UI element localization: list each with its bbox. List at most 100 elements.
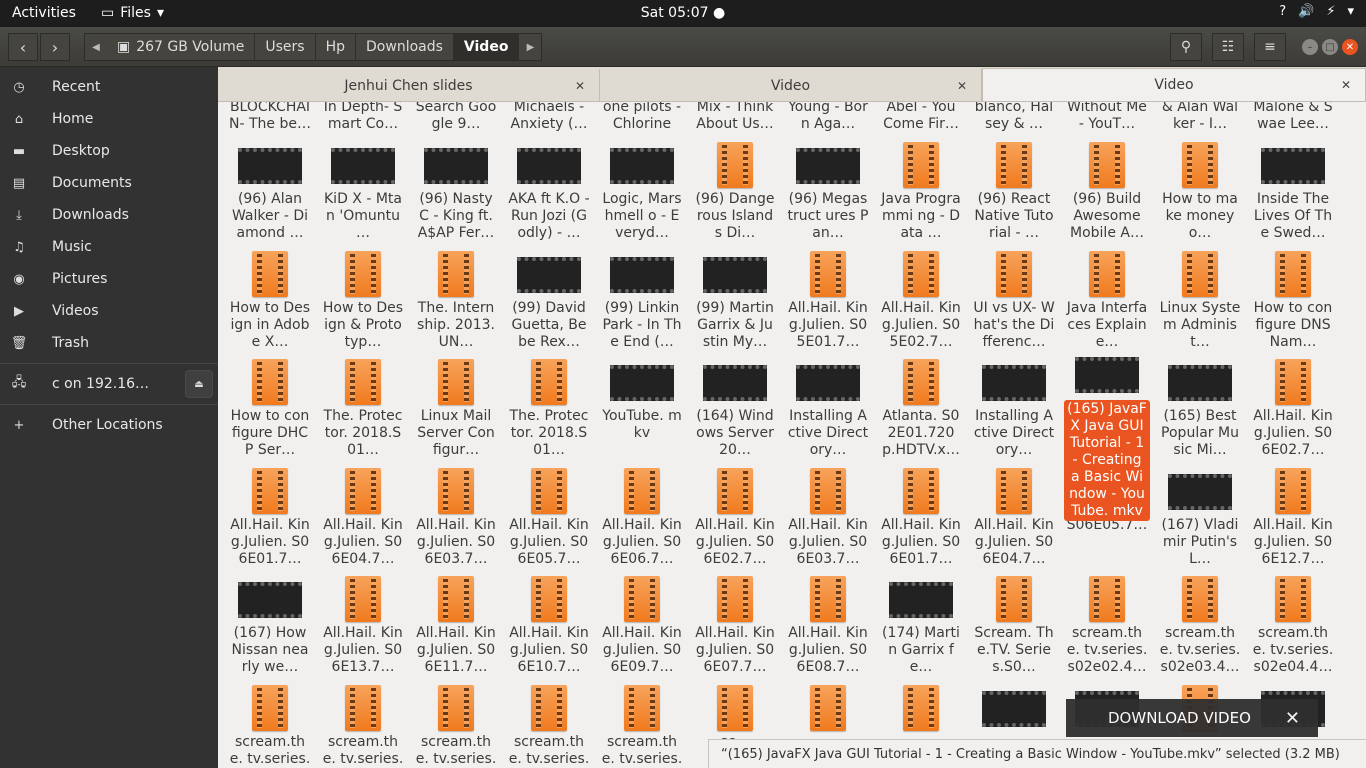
file-item[interactable]: AKA ft K.O - Run Jozi (Godly) - …	[506, 140, 592, 248]
file-item[interactable]: How to Design & Prototyp…	[320, 249, 406, 357]
file-item[interactable]: All.Hail. King.Julien. S06E02.7…	[1250, 357, 1336, 465]
file-item[interactable]: scream.the. tv.series.	[599, 683, 685, 768]
close-icon[interactable]: ✕	[1285, 708, 1300, 729]
sidebar-item-music[interactable]: ♫ Music	[0, 233, 218, 261]
file-item[interactable]: UI vs UX- What's the Differenc…	[971, 249, 1057, 357]
search-button[interactable]: ⚲	[1170, 33, 1202, 61]
file-item[interactable]: (99) Linkin Park - In The End (…	[599, 249, 685, 357]
breadcrumb-right-arrow-icon[interactable]: ▶	[519, 34, 541, 60]
file-item[interactable]: Inside The Lives Of The Swed…	[1250, 140, 1336, 248]
file-item[interactable]: All.Hail. King.Julien. S05E01.7…	[785, 249, 871, 357]
file-item[interactable]: Installing Active Directory…	[785, 357, 871, 465]
file-item[interactable]: scream.the. tv.series.	[320, 683, 406, 768]
crumb-users[interactable]: Users	[255, 34, 316, 60]
help-icon[interactable]: ?	[1279, 4, 1286, 19]
file-item[interactable]: All.Hail. King.Julien. S06E07.7…	[692, 574, 778, 682]
file-item[interactable]: All.Hail. King.Julien. S06E02.7…	[692, 466, 778, 574]
file-item[interactable]: The. Protector. 2018.S01…	[506, 357, 592, 465]
crumb-downloads[interactable]: Downloads	[356, 34, 454, 60]
volume-icon[interactable]: 🔊	[1298, 4, 1314, 19]
file-item[interactable]: (167) Vladimir Putin's L…	[1157, 466, 1243, 574]
file-item[interactable]: All.Hail. King.Julien. S06E04.7…	[320, 466, 406, 574]
file-item[interactable]: All.Hail. King.Julien. S06E05.7…	[506, 466, 592, 574]
file-item[interactable]: scream.the. tv.series. s02e02.4…	[1064, 574, 1150, 682]
file-item[interactable]: scream.the. tv.series. s02e03.4…	[1157, 574, 1243, 682]
file-item[interactable]: Linux Mail Server Configur…	[413, 357, 499, 465]
file-item[interactable]: Java Interfaces Explaine…	[1064, 249, 1150, 357]
file-item[interactable]: (167) How Nissan nearly we…	[227, 574, 313, 682]
file-item[interactable]: All.Hail. King.Julien. S06E11.7…	[413, 574, 499, 682]
sidebar-item-documents[interactable]: ▤ Documents	[0, 169, 218, 197]
forward-button[interactable]: ›	[40, 33, 70, 61]
file-item[interactable]: All.Hail. King.Julien. S06E01.7…	[878, 466, 964, 574]
file-item[interactable]: All.Hail. King.Julien. S05E02.7…	[878, 249, 964, 357]
file-item[interactable]: (96) React Native Tutorial - …	[971, 140, 1057, 248]
app-menu[interactable]: ▭ Files ▾	[101, 5, 164, 21]
breadcrumb-left-arrow-icon[interactable]: ◀	[85, 34, 107, 60]
file-item[interactable]: YouTube. mkv	[599, 357, 685, 465]
sidebar-item-downloads[interactable]: ⤓ Downloads	[0, 201, 218, 229]
file-item[interactable]: (165) JavaFX Java GUI Tutorial - 1 - Cre…	[1064, 357, 1150, 521]
file-item[interactable]: How to Design in Adobe X…	[227, 249, 313, 357]
close-button[interactable]: ✕	[1342, 39, 1358, 55]
tab-close-icon[interactable]: ✕	[1341, 78, 1351, 92]
file-item[interactable]: All.Hail. King.Julien. S06E12.7…	[1250, 466, 1336, 574]
tab-close-icon[interactable]: ✕	[957, 79, 967, 93]
file-item[interactable]: Atlanta. S02E01.720 p.HDTV.x…	[878, 357, 964, 465]
tab-video-2[interactable]: Video ✕	[982, 68, 1366, 101]
download-video-label[interactable]: DOWNLOAD VIDEO	[1108, 709, 1251, 727]
file-item[interactable]: All.Hail. King.Julien. S06E04.7…	[971, 466, 1057, 574]
crumb-video[interactable]: Video	[453, 34, 520, 60]
battery-icon[interactable]: ⚡	[1326, 4, 1335, 19]
tab-jenhui-chen-slides[interactable]: Jenhui Chen slides ✕	[218, 69, 600, 102]
sidebar-item-videos[interactable]: ▶ Videos	[0, 297, 218, 325]
file-item[interactable]: How to configure DNS Nam…	[1250, 249, 1336, 357]
file-item[interactable]: All.Hail. King.Julien. S06E10.7…	[506, 574, 592, 682]
crumb-hp[interactable]: Hp	[316, 34, 357, 60]
clock[interactable]: Sat 05:07	[641, 5, 709, 21]
file-item[interactable]: Logic, Marshmell o - Everyd…	[599, 140, 685, 248]
file-item[interactable]: (99) Martin Garrix & Justin My…	[692, 249, 778, 357]
activities-button[interactable]: Activities	[12, 5, 76, 21]
file-item[interactable]: All.Hail. King.Julien. S06E08.7…	[785, 574, 871, 682]
sidebar-item-home[interactable]: ⌂ Home	[0, 105, 218, 133]
file-item[interactable]: How to configure DHCP Ser…	[227, 357, 313, 465]
file-item[interactable]: Installing Active Directory…	[971, 357, 1057, 465]
file-item[interactable]: All.Hail. King.Julien. S06E13.7…	[320, 574, 406, 682]
file-item[interactable]: (165) Best Popular Music Mi…	[1157, 357, 1243, 465]
file-item[interactable]: (96) Dangerous Islands Di…	[692, 140, 778, 248]
power-menu-icon[interactable]: ▾	[1347, 4, 1354, 19]
file-item[interactable]: All.Hail. King.Julien. S06E01.7…	[227, 466, 313, 574]
sidebar-item-desktop[interactable]: ▬ Desktop	[0, 137, 218, 165]
file-item[interactable]: (96) Build Awesome Mobile A…	[1064, 140, 1150, 248]
menu-button[interactable]: ≡	[1254, 33, 1286, 61]
system-tray[interactable]: ? 🔊 ⚡ ▾	[1279, 4, 1354, 19]
file-item[interactable]: (96) Megastruct ures Pan…	[785, 140, 871, 248]
file-item[interactable]: The. Internship. 2013.UN…	[413, 249, 499, 357]
file-item[interactable]: All.Hail. King.Julien. S06E06.7…	[599, 466, 685, 574]
sidebar-item-other-locations[interactable]: + Other Locations	[0, 411, 218, 439]
eject-button[interactable]: ⏏	[185, 370, 213, 398]
crumb-volume[interactable]: ▣ 267 GB Volume	[107, 34, 256, 60]
file-item[interactable]: scream.the. tv.series.	[506, 683, 592, 768]
file-item[interactable]: scream.the. tv.series.	[413, 683, 499, 768]
file-grid[interactable]: BLOCKCHAI N- The be… In Depth- Smart Co… S…	[218, 102, 1366, 768]
file-item[interactable]: Linux System Administ…	[1157, 249, 1243, 357]
minimize-button[interactable]: –	[1302, 39, 1318, 55]
file-item[interactable]: The. Protector. 2018.S01…	[320, 357, 406, 465]
file-item[interactable]: scream.the. tv.series. s02e04.4…	[1250, 574, 1336, 682]
file-item[interactable]: All.Hail. King.Julien. S06E03.7…	[413, 466, 499, 574]
file-item[interactable]: (96) Nasty C - King ft. A$AP Fer…	[413, 140, 499, 248]
file-item[interactable]: (164) Windows Server 20…	[692, 357, 778, 465]
maximize-button[interactable]: □	[1322, 39, 1338, 55]
file-item[interactable]: All.Hail. King.Julien. S06E03.7…	[785, 466, 871, 574]
file-item[interactable]: (96) Alan Walker - Diamond …	[227, 140, 313, 248]
sidebar-item-pictures[interactable]: ◉ Pictures	[0, 265, 218, 293]
back-button[interactable]: ‹	[8, 33, 38, 61]
sidebar-item-recent[interactable]: ◷ Recent	[0, 73, 218, 101]
file-item[interactable]: (99) David Guetta, Bebe Rex…	[506, 249, 592, 357]
file-item[interactable]: scream.the. tv.series.	[227, 683, 313, 768]
file-item[interactable]: All.Hail. King.Julien. S06E09.7…	[599, 574, 685, 682]
file-item[interactable]: Scream. The.TV. Series.S0…	[971, 574, 1057, 682]
file-item[interactable]: (174) Martin Garrix fe…	[878, 574, 964, 682]
